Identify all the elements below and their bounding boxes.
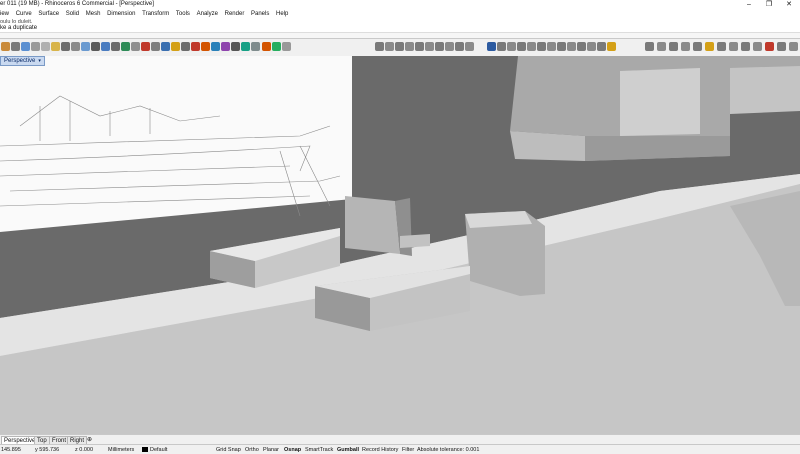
polyline-icon[interactable]	[385, 42, 394, 51]
circle-icon[interactable]	[405, 42, 414, 51]
minimize-button[interactable]: –	[740, 0, 758, 10]
snap-end-icon[interactable]	[657, 42, 666, 51]
box-icon[interactable]	[557, 42, 566, 51]
rendered-icon[interactable]	[221, 42, 230, 51]
loft-icon[interactable]	[497, 42, 506, 51]
new-file-icon[interactable]	[1, 42, 10, 51]
snap-vertex-icon[interactable]	[753, 42, 762, 51]
maximize-button[interactable]: ❐	[760, 0, 778, 10]
rectangle-icon[interactable]	[415, 42, 424, 51]
shaded-icon[interactable]	[211, 42, 220, 51]
copy-icon[interactable]	[41, 42, 50, 51]
sphere-icon[interactable]	[577, 42, 586, 51]
named-view-icon[interactable]	[151, 42, 160, 51]
grid-icon[interactable]	[131, 42, 140, 51]
menu-transform[interactable]: Transform	[142, 10, 169, 19]
zoom-window-icon[interactable]	[101, 42, 110, 51]
revolve-icon[interactable]	[517, 42, 526, 51]
gumball-icon[interactable]	[272, 42, 281, 51]
command-prompt: ke a duplicate	[0, 25, 38, 31]
menu-dimension[interactable]: Dimension	[107, 10, 135, 19]
snap-project-icon[interactable]	[777, 42, 786, 51]
main-toolbar	[0, 39, 800, 57]
patch-icon[interactable]	[527, 42, 536, 51]
material-icon[interactable]	[191, 42, 200, 51]
layer-color-swatch	[142, 447, 148, 453]
title-bar: er 011 (19 MB) - Rhinoceros 6 Commercial…	[0, 0, 800, 10]
explode-icon[interactable]	[597, 42, 606, 51]
arc-icon[interactable]	[395, 42, 404, 51]
menu-view[interactable]: iew	[0, 10, 9, 19]
edit-point-icon[interactable]	[607, 42, 616, 51]
scene-render	[0, 56, 800, 434]
close-button[interactable]: ✕	[780, 0, 798, 10]
join-icon[interactable]	[587, 42, 596, 51]
perspective-viewport[interactable]: Perspective ▾	[0, 56, 800, 434]
zoom-icon[interactable]	[91, 42, 100, 51]
offset-icon[interactable]	[455, 42, 464, 51]
pan-icon[interactable]	[71, 42, 80, 51]
viewport-tab[interactable]: Perspective ▾	[0, 56, 45, 66]
light-icon[interactable]	[171, 42, 180, 51]
select-icon[interactable]	[161, 42, 170, 51]
snap-more-icon[interactable]	[789, 42, 798, 51]
properties-icon[interactable]	[251, 42, 260, 51]
center-block	[345, 196, 400, 254]
osnap-toolbar-icon[interactable]	[645, 42, 654, 51]
toolbar-overflow-icon[interactable]	[282, 42, 291, 51]
save-icon[interactable]	[21, 42, 30, 51]
menu-panels[interactable]: Panels	[251, 10, 269, 19]
cylinder-icon[interactable]	[567, 42, 576, 51]
undo-icon[interactable]	[61, 42, 70, 51]
fillet-icon[interactable]	[445, 42, 454, 51]
snap-perp-icon[interactable]	[705, 42, 714, 51]
rotate-view-icon[interactable]	[81, 42, 90, 51]
menu-mesh[interactable]: Mesh	[86, 10, 101, 19]
menu-help[interactable]: Help	[276, 10, 288, 19]
menu-curve[interactable]: Curve	[16, 10, 32, 19]
open-icon[interactable]	[11, 42, 20, 51]
snap-mid-icon[interactable]	[669, 42, 678, 51]
zoom-selected-icon[interactable]	[121, 42, 130, 51]
help-icon[interactable]	[262, 42, 271, 51]
menu-surface[interactable]: Surface	[38, 10, 59, 19]
layer-name: Default	[150, 447, 168, 453]
layer-icon[interactable]	[181, 42, 190, 51]
menu-solid[interactable]: Solid	[66, 10, 79, 19]
menu-tools[interactable]: Tools	[176, 10, 190, 19]
cut-icon[interactable]	[31, 42, 40, 51]
display-mode-icon[interactable]	[231, 42, 240, 51]
menu-bar: iew Curve Surface Solid Mesh Dimension T…	[0, 10, 800, 19]
trim-icon[interactable]	[465, 42, 474, 51]
menu-analyze[interactable]: Analyze	[197, 10, 218, 19]
command-input[interactable]	[0, 32, 800, 38]
cplane-icon[interactable]	[141, 42, 150, 51]
snap-tan-icon[interactable]	[717, 42, 726, 51]
chevron-down-icon[interactable]: ▾	[38, 58, 41, 64]
snap-int-icon[interactable]	[693, 42, 702, 51]
boolean-icon[interactable]	[547, 42, 556, 51]
polygon-icon[interactable]	[435, 42, 444, 51]
extrude-icon[interactable]	[487, 42, 496, 51]
sweep-icon[interactable]	[507, 42, 516, 51]
zoom-extents-icon[interactable]	[111, 42, 120, 51]
environment-icon[interactable]	[241, 42, 250, 51]
render-icon[interactable]	[201, 42, 210, 51]
menu-render[interactable]: Render	[225, 10, 245, 19]
snap-center-icon[interactable]	[681, 42, 690, 51]
snap-disable-icon[interactable]	[765, 42, 774, 51]
window-title: er 011 (19 MB) - Rhinoceros 6 Commercial…	[0, 1, 154, 7]
curve-tool-icon[interactable]	[375, 42, 384, 51]
viewport-tab-label: Perspective	[4, 58, 36, 64]
snap-knot-icon[interactable]	[741, 42, 750, 51]
add-tab-icon[interactable]: ⊕	[85, 436, 94, 444]
blend-icon[interactable]	[537, 42, 546, 51]
ellipse-icon[interactable]	[425, 42, 434, 51]
command-area: oulu lo duleit. ke a duplicate	[0, 19, 800, 39]
paste-icon[interactable]	[51, 42, 60, 51]
snap-quad-icon[interactable]	[729, 42, 738, 51]
